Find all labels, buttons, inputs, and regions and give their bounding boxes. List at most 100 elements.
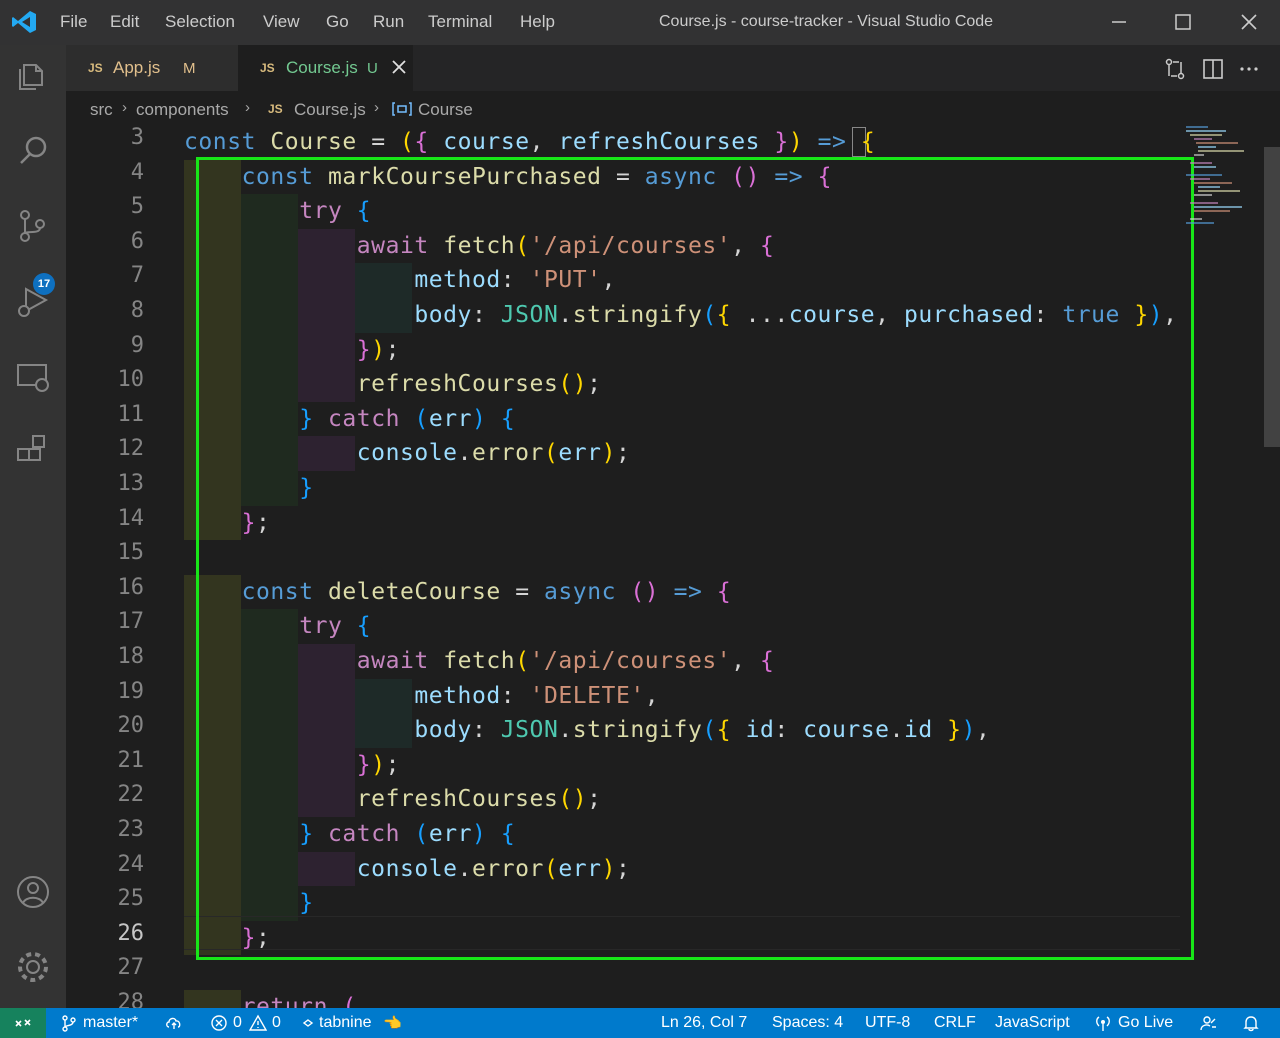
menu-run[interactable]: Run	[373, 12, 404, 32]
feedback-icon[interactable]	[1199, 1014, 1217, 1032]
menu-file[interactable]: File	[60, 12, 87, 32]
menu-edit[interactable]: Edit	[110, 12, 139, 32]
encoding[interactable]: UTF-8	[865, 1014, 910, 1032]
line-number: 7	[130, 263, 144, 289]
line-number: 3	[130, 125, 144, 150]
source-control-icon[interactable]	[13, 206, 53, 246]
line-number: 11	[117, 401, 145, 427]
line-number: 12	[117, 436, 145, 462]
menu-help[interactable]: Help	[520, 12, 555, 32]
tab-close-icon[interactable]	[390, 58, 408, 76]
code-line-3: const Course = ({ course, refreshCourses…	[184, 129, 876, 155]
breadcrumb-file[interactable]: Course.js	[294, 100, 366, 120]
vscode-logo-icon	[12, 11, 36, 33]
tab-course-js[interactable]: JS Course.js U	[238, 45, 413, 91]
tab-label: Course.js	[286, 58, 358, 77]
line-number: 6	[130, 228, 144, 254]
chevron-right-icon: ›	[245, 99, 250, 116]
line-number-active: 26	[117, 920, 145, 946]
tab-status-modified: M	[183, 60, 196, 77]
breadcrumb-components[interactable]: components	[136, 100, 229, 120]
minimize-icon[interactable]	[1104, 8, 1134, 36]
tab-bar: JS App.js M JS Course.js U	[66, 45, 1280, 91]
line-number: 23	[117, 817, 145, 842]
accounts-icon[interactable]	[13, 872, 53, 912]
line-number: 24	[117, 851, 145, 877]
sync-cloud-icon[interactable]	[165, 1014, 183, 1032]
line-number: 27	[117, 955, 145, 981]
code-editor[interactable]: 3 4 5 6 7 8 9 10 11 12 13 14 15 16 17 18…	[66, 125, 1280, 1008]
line-number: 19	[117, 678, 145, 704]
js-file-icon: JS	[268, 102, 283, 116]
line-number: 20	[117, 713, 145, 739]
remote-icon	[15, 1019, 31, 1027]
git-branch-label[interactable]: master*	[83, 1014, 138, 1032]
line-number: 15	[117, 540, 145, 566]
indentation[interactable]: Spaces: 4	[772, 1014, 843, 1032]
remote-explorer-icon[interactable]	[13, 356, 53, 396]
line-number: 22	[117, 782, 145, 808]
language-mode[interactable]: JavaScript	[995, 1014, 1070, 1032]
notifications-bell-icon[interactable]	[1242, 1014, 1260, 1032]
line-number-gutter: 3 4 5 6 7 8 9 10 11 12 13 14 15 16 17 18…	[66, 125, 166, 1008]
line-number: 18	[117, 644, 145, 669]
settings-gear-icon[interactable]	[13, 947, 53, 987]
menu-selection[interactable]: Selection	[165, 12, 235, 32]
cursor-position[interactable]: Ln 26, Col 7	[661, 1014, 747, 1032]
menu-go[interactable]: Go	[326, 12, 349, 32]
code-line-28: return (	[241, 994, 357, 1008]
extensions-icon[interactable]	[13, 431, 53, 471]
window-title: Course.js - course-tracker - Visual Stud…	[659, 13, 994, 30]
js-file-icon: JS	[260, 61, 275, 75]
close-icon[interactable]	[1234, 8, 1264, 36]
run-debug-icon[interactable]	[13, 281, 53, 321]
breadcrumb-symbol[interactable]: Course	[418, 100, 473, 120]
breadcrumb-src[interactable]: src	[90, 100, 113, 120]
git-branch-icon	[62, 1015, 76, 1032]
line-number: 21	[117, 747, 145, 773]
js-file-icon: JS	[88, 61, 103, 75]
line-number: 17	[117, 609, 145, 635]
hand-pointing-icon: 👈	[383, 1015, 402, 1032]
more-actions-icon[interactable]	[1237, 57, 1261, 81]
annotation-highlight-box	[196, 157, 1194, 960]
chevron-right-icon: ›	[374, 99, 379, 116]
split-editor-icon[interactable]	[1201, 57, 1225, 81]
go-live-button[interactable]: Go Live	[1118, 1014, 1173, 1032]
vertical-scrollbar[interactable]	[1264, 125, 1280, 1008]
line-number: 25	[117, 886, 145, 912]
compare-changes-icon[interactable]	[1163, 57, 1187, 81]
menu-view[interactable]: View	[263, 12, 300, 32]
title-bar: File Edit Selection View Go Run Terminal…	[0, 0, 1280, 45]
minimap[interactable]	[1182, 125, 1262, 245]
tabnine-label[interactable]: tabnine	[319, 1014, 372, 1032]
line-number: 10	[117, 367, 145, 393]
symbol-variable-icon	[392, 102, 412, 116]
go-live-broadcast-icon	[1096, 1016, 1110, 1031]
end-of-line[interactable]: CRLF	[934, 1014, 976, 1032]
tab-status-untracked: U	[367, 60, 378, 77]
scrollbar-thumb[interactable]	[1264, 147, 1280, 447]
search-icon[interactable]	[13, 131, 53, 171]
line-number: 8	[130, 298, 144, 323]
error-icon	[211, 1015, 227, 1031]
line-number: 9	[130, 332, 144, 358]
line-number: 14	[117, 505, 145, 531]
maximize-icon[interactable]	[1168, 8, 1198, 36]
line-number: 5	[130, 194, 144, 220]
error-count[interactable]: 0	[233, 1014, 242, 1032]
warning-icon	[249, 1014, 267, 1031]
status-bar: master* 0 0 tabnine 👈 Ln 26, Col 7 Space…	[0, 1008, 1280, 1038]
tab-app-js[interactable]: JS App.js M	[66, 45, 238, 91]
chevron-right-icon: ›	[122, 99, 127, 116]
tab-label: App.js	[113, 58, 161, 77]
line-number: 16	[117, 574, 145, 600]
line-number: 13	[117, 471, 145, 496]
remote-indicator[interactable]	[0, 1008, 46, 1038]
menu-terminal[interactable]: Terminal	[428, 12, 492, 32]
tabnine-icon	[302, 1019, 314, 1027]
explorer-icon[interactable]	[13, 56, 53, 96]
breadcrumb: src › components › JS Course.js › Course	[66, 91, 1280, 125]
warning-count[interactable]: 0	[272, 1014, 281, 1032]
activity-bar: 17	[0, 45, 66, 1008]
